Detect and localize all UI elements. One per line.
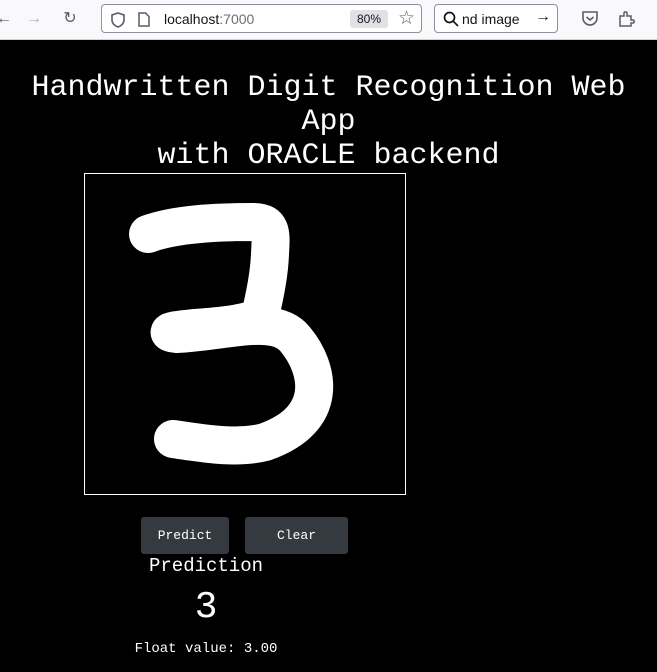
browser-toolbar: ← → ↻ localhost:7000 80% ☆ nd image → ⋮	[0, 0, 657, 40]
float-value: 3.00	[243, 641, 278, 657]
clear-button[interactable]: Clear	[245, 517, 348, 554]
float-value-label: Float value:	[134, 641, 236, 657]
search-bar[interactable]: nd image →	[434, 4, 558, 33]
page-title-line-2: with ORACLE backend	[157, 139, 500, 173]
prediction-heading: Prediction	[148, 555, 264, 577]
search-text: nd image	[462, 11, 520, 27]
zoom-level-badge[interactable]: 80%	[350, 10, 388, 28]
page-icon	[138, 12, 150, 27]
back-arrow-icon[interactable]: ←	[0, 9, 14, 29]
handwritten-digit-stroke	[129, 203, 334, 465]
page-title-line-1: Handwritten Digit Recognition Web App	[31, 71, 626, 139]
page-title: Handwritten Digit Recognition Web App wi…	[0, 71, 657, 173]
pocket-icon[interactable]	[581, 10, 599, 27]
float-value-row: Float value: 3.00	[106, 641, 306, 657]
forward-arrow-icon[interactable]: →	[24, 9, 44, 29]
search-go-arrow-icon[interactable]: →	[535, 8, 551, 26]
url-text: localhost:7000	[164, 11, 255, 27]
prediction-value: 3	[194, 586, 218, 629]
drawing-canvas[interactable]	[84, 173, 406, 495]
menu-icon[interactable]: ⋮	[650, 8, 657, 28]
reload-icon[interactable]: ↻	[60, 9, 80, 29]
predict-button[interactable]: Predict	[141, 517, 229, 554]
bookmark-star-icon[interactable]: ☆	[398, 7, 415, 30]
search-icon	[443, 11, 459, 27]
url-bar[interactable]: localhost:7000 80% ☆	[101, 4, 422, 33]
shield-icon	[111, 12, 125, 28]
extensions-icon[interactable]	[617, 10, 635, 28]
